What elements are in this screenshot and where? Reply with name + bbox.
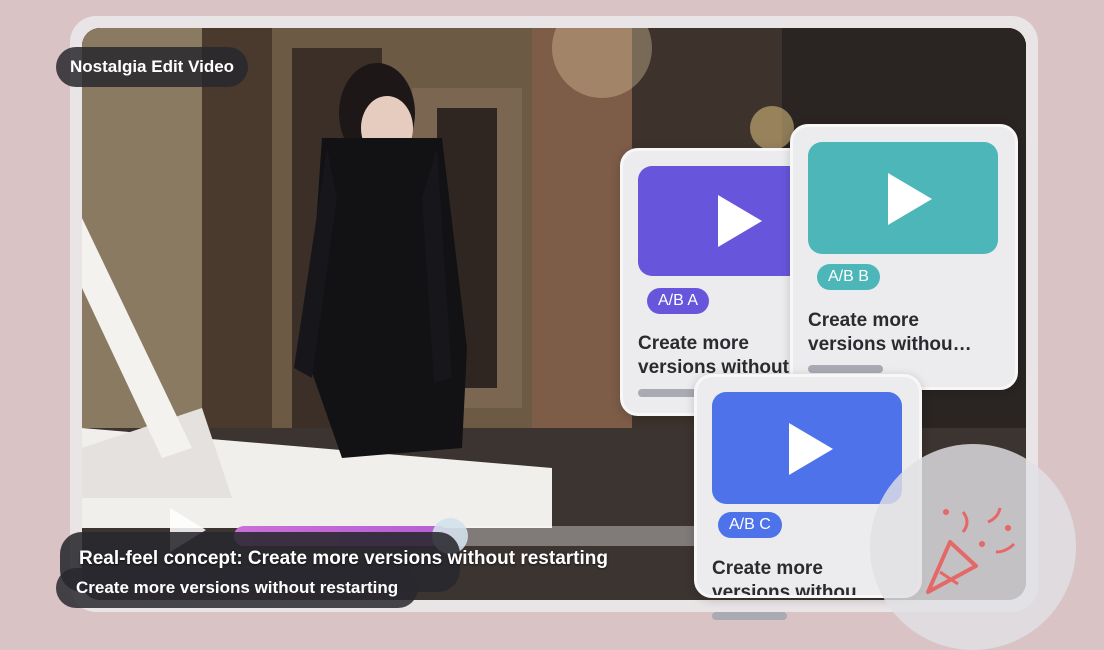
- placeholder-bar: [808, 365, 883, 373]
- card-title-line2: versions withou…: [712, 582, 876, 598]
- play-icon: [718, 195, 762, 247]
- subtitle-pill: Create more versions without restarting: [56, 568, 419, 608]
- card-title-line2: versions withou…: [808, 334, 972, 355]
- variant-badge: A/B C: [718, 512, 782, 538]
- page-title: Nostalgia Edit Video: [56, 47, 249, 87]
- caption-text: Real-feel concept: Create more versions …: [79, 548, 608, 569]
- party-popper-icon: [926, 507, 1016, 594]
- card-title-line1: Create more: [808, 310, 919, 331]
- card-title-line1: Create more: [712, 558, 823, 579]
- play-icon: [789, 423, 833, 475]
- variant-card-b[interactable]: A/B B Create more versions withou…: [790, 124, 1018, 390]
- card-title-line1: Create more: [638, 333, 749, 354]
- placeholder-bar: [712, 612, 787, 620]
- play-icon: [888, 173, 932, 225]
- variant-badge: A/B B: [817, 264, 880, 290]
- variant-badge: A/B A: [647, 288, 710, 314]
